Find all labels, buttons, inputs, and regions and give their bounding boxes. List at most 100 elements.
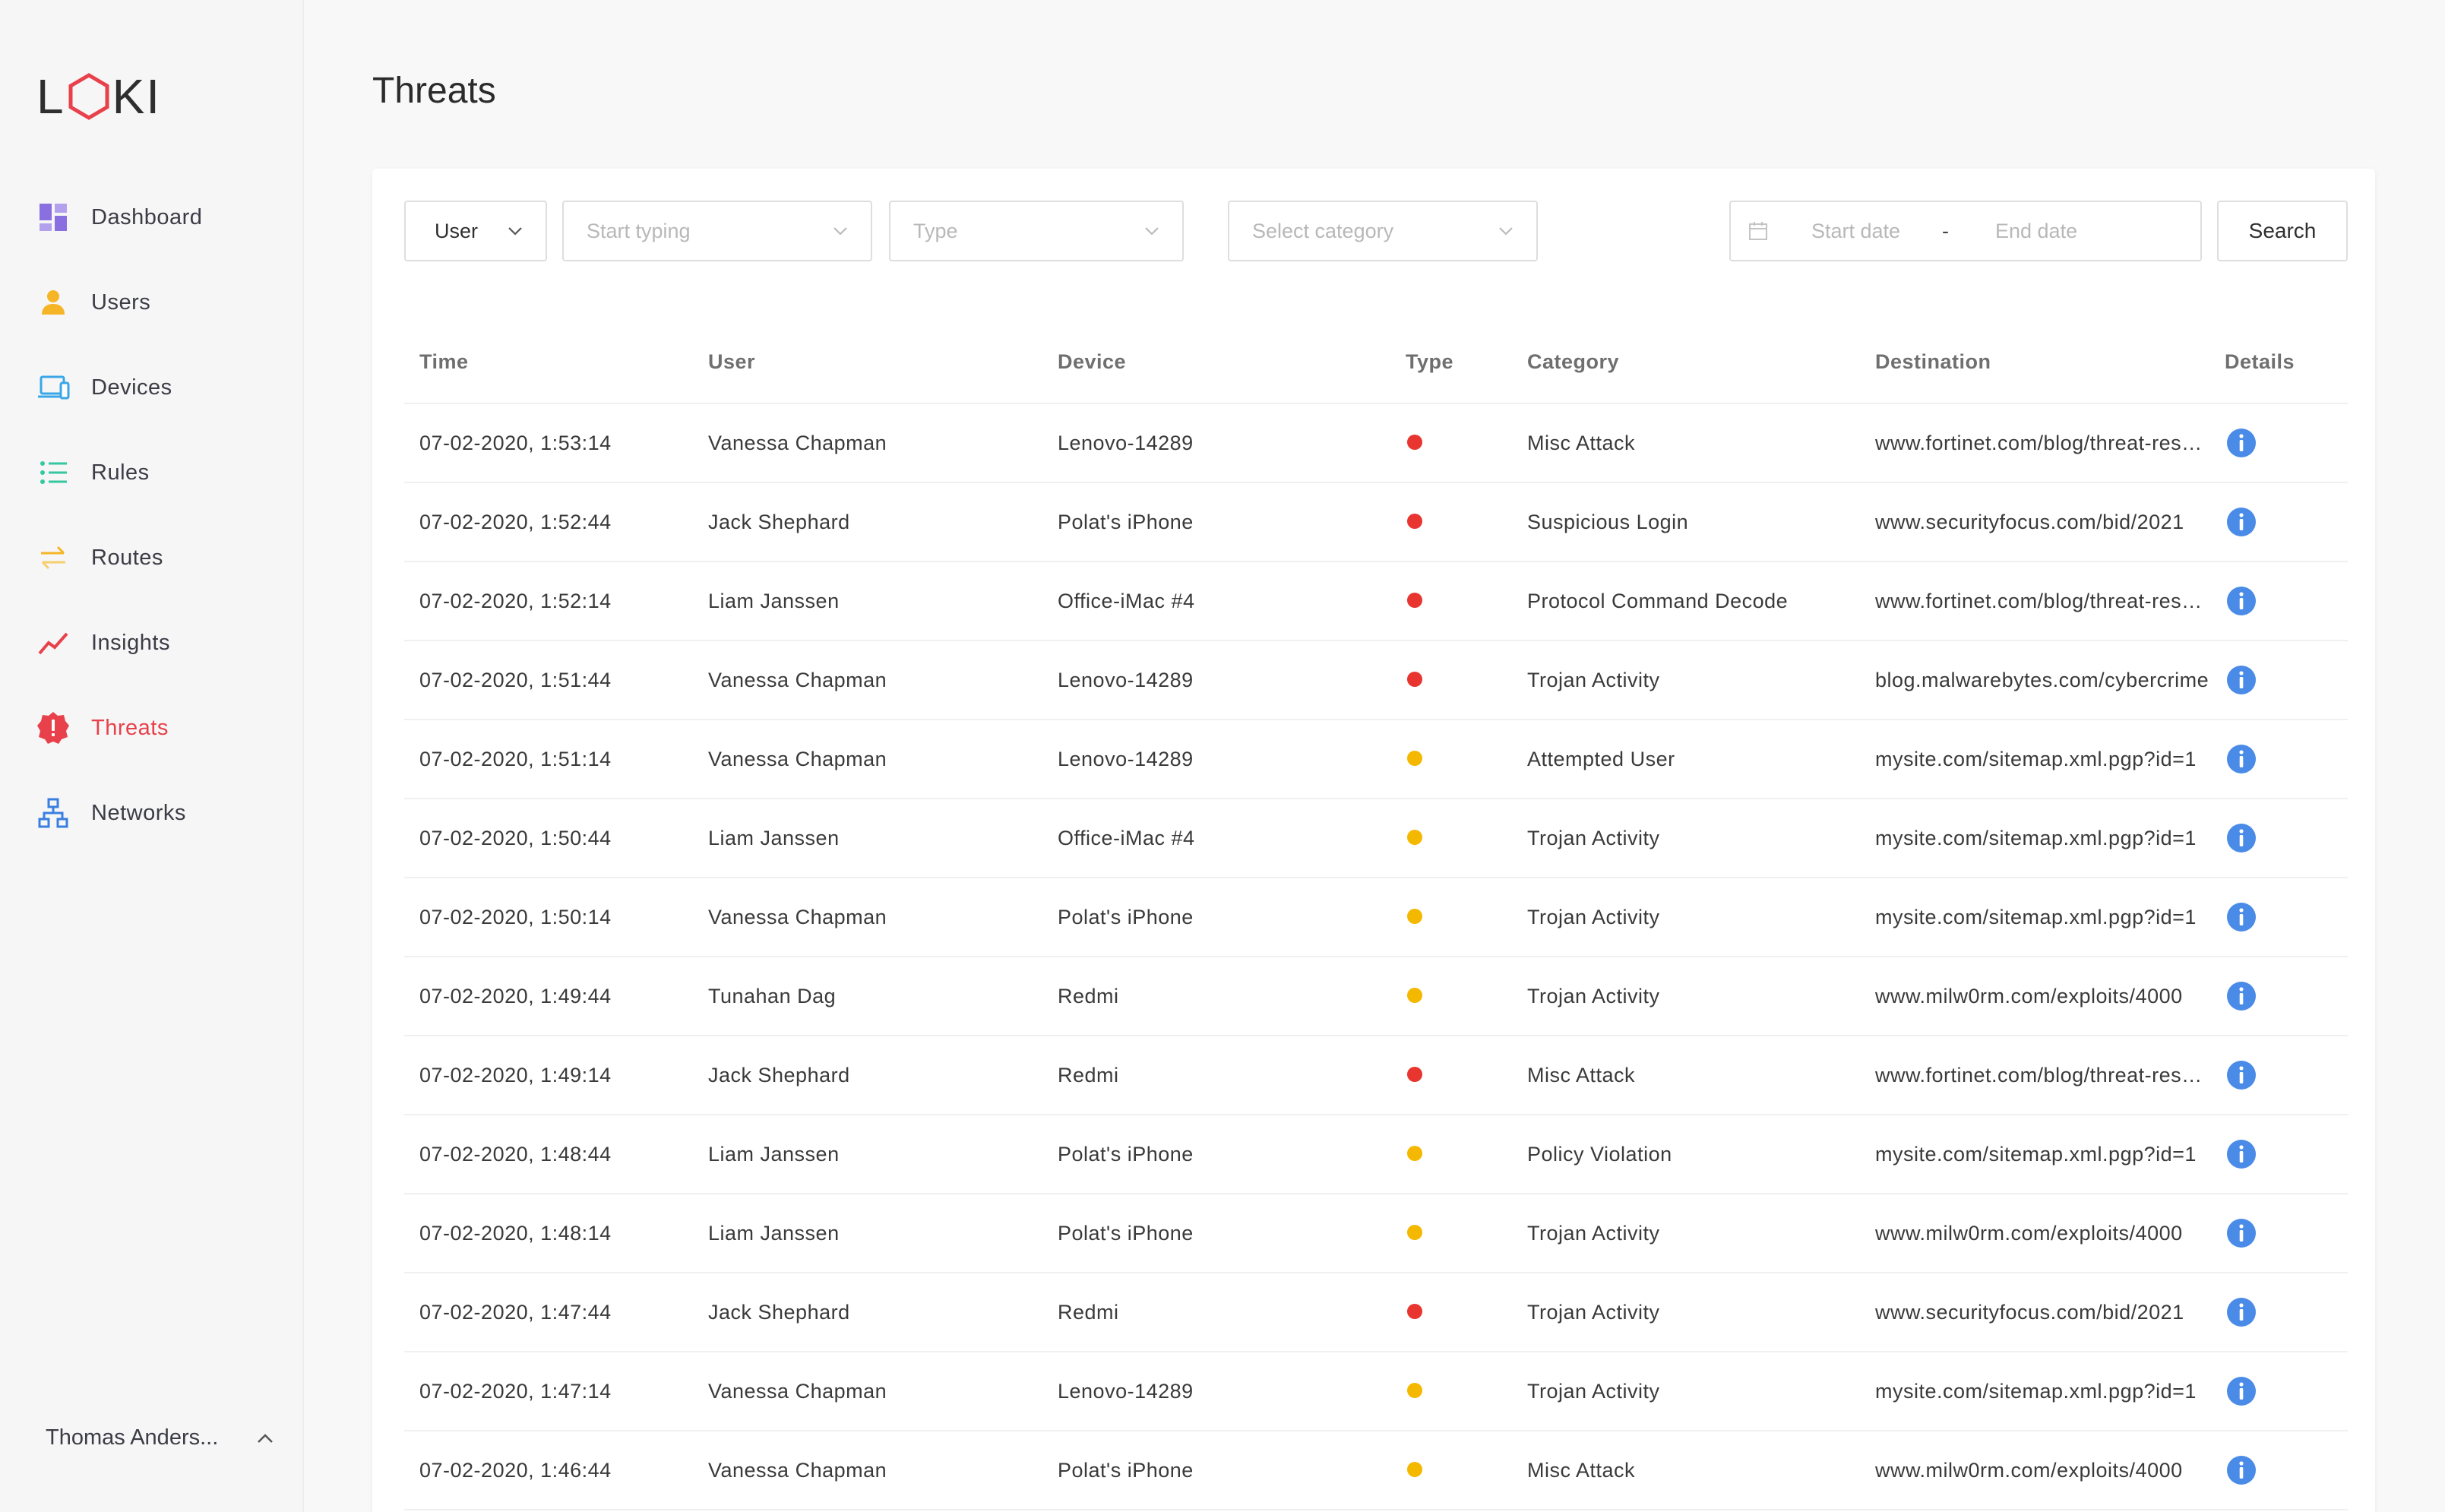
cell-type	[1406, 1301, 1527, 1324]
cell-category: Misc Attack	[1527, 1458, 1636, 1482]
info-icon[interactable]	[2226, 1297, 2257, 1327]
cell-user: Tunahan Dag	[708, 984, 837, 1007]
start-date-input[interactable]: Start date	[1811, 220, 1910, 243]
sidebar-item-label: Users	[91, 289, 151, 315]
search-user-input[interactable]: Start typing	[562, 201, 872, 261]
cell-destination: www.securityfocus.com/bid/2021	[1875, 510, 2184, 533]
cell-details	[2225, 981, 2333, 1011]
info-icon[interactable]	[2226, 981, 2257, 1011]
table-row[interactable]: 07-02-2020, 1:52:14 Liam Janssen Office-…	[404, 562, 2348, 641]
cell-details	[2225, 665, 2333, 695]
cell-details	[2225, 1297, 2333, 1327]
cell-time: 07-02-2020, 1:49:44	[419, 984, 612, 1007]
table-header: Time User Device Type Category Destinati…	[404, 321, 2348, 404]
table-row[interactable]: 07-02-2020, 1:50:14 Vanessa Chapman Pola…	[404, 878, 2348, 957]
table-row[interactable]: 07-02-2020, 1:51:14 Vanessa Chapman Leno…	[404, 720, 2348, 799]
cell-time: 07-02-2020, 1:51:14	[419, 747, 612, 770]
info-icon[interactable]	[2226, 823, 2257, 853]
cell-device: Polat's iPhone	[1058, 1458, 1194, 1482]
severity-dot-icon	[1407, 1145, 1422, 1161]
info-icon[interactable]	[2226, 1139, 2257, 1169]
type-dropdown[interactable]: Type	[889, 201, 1184, 261]
sidebar-nav: Dashboard Users Devices Rules Routes Ins…	[0, 175, 304, 856]
table-row[interactable]: 07-02-2020, 1:49:14 Jack Shephard Redmi …	[404, 1036, 2348, 1115]
table-row[interactable]: 07-02-2020, 1:48:44 Liam Janssen Polat's…	[404, 1115, 2348, 1194]
severity-dot-icon	[1407, 829, 1422, 845]
info-icon[interactable]	[2226, 1218, 2257, 1248]
user-name: Thomas Anders...	[46, 1425, 219, 1450]
cell-device: Lenovo-14289	[1058, 668, 1194, 691]
sidebar-item-insights[interactable]: Insights	[0, 600, 304, 685]
cell-time: 07-02-2020, 1:50:44	[419, 826, 612, 849]
cell-details	[2225, 1139, 2333, 1169]
cell-user: Jack Shephard	[708, 1300, 850, 1324]
column-header-device[interactable]: Device	[1058, 350, 1406, 374]
severity-dot-icon	[1407, 671, 1422, 687]
sidebar-item-users[interactable]: Users	[0, 260, 304, 345]
date-separator: -	[1942, 219, 1949, 242]
cell-type	[1406, 432, 1527, 455]
search-button[interactable]: Search	[2217, 201, 2348, 261]
user-dropdown[interactable]: User	[404, 201, 547, 261]
date-range-picker[interactable]: Start date - End date	[1729, 201, 2202, 261]
cell-device: Lenovo-14289	[1058, 431, 1194, 454]
cell-details	[2225, 1060, 2333, 1090]
cell-time: 07-02-2020, 1:53:14	[419, 431, 612, 454]
cell-category: Suspicious Login	[1527, 510, 1689, 533]
info-icon[interactable]	[2226, 1376, 2257, 1406]
type-placeholder: Type	[913, 219, 958, 242]
table-row[interactable]: 07-02-2020, 1:51:44 Vanessa Chapman Leno…	[404, 641, 2348, 720]
sidebar-item-routes[interactable]: Routes	[0, 515, 304, 600]
sidebar-item-label: Devices	[91, 375, 172, 400]
cell-details	[2225, 1218, 2333, 1248]
table-row[interactable]: 07-02-2020, 1:49:44 Tunahan Dag Redmi Tr…	[404, 957, 2348, 1036]
cell-details	[2225, 823, 2333, 853]
table-row[interactable]: 07-02-2020, 1:47:14 Vanessa Chapman Leno…	[404, 1352, 2348, 1431]
cell-type	[1406, 985, 1527, 1008]
cell-device: Polat's iPhone	[1058, 1142, 1194, 1166]
column-header-time[interactable]: Time	[404, 350, 708, 374]
column-header-category[interactable]: Category	[1527, 350, 1875, 374]
info-icon[interactable]	[2226, 1455, 2257, 1485]
calendar-icon	[1749, 222, 1767, 240]
info-icon[interactable]	[2226, 902, 2257, 932]
cell-device: Redmi	[1058, 1063, 1119, 1087]
user-menu[interactable]: Thomas Anders...	[46, 1425, 275, 1450]
cell-category: Trojan Activity	[1527, 1379, 1660, 1403]
sidebar-item-threats[interactable]: Threats	[0, 685, 304, 770]
sidebar-item-devices[interactable]: Devices	[0, 345, 304, 430]
table-row[interactable]: 07-02-2020, 1:50:44 Liam Janssen Office-…	[404, 799, 2348, 878]
end-date-input[interactable]: End date	[1995, 220, 2077, 243]
category-dropdown[interactable]: Select category	[1228, 201, 1538, 261]
table-row[interactable]: 07-02-2020, 1:46:44 Vanessa Chapman Pola…	[404, 1431, 2348, 1510]
user-dropdown-value: User	[435, 219, 479, 242]
info-icon[interactable]	[2226, 744, 2257, 774]
info-icon[interactable]	[2226, 1060, 2257, 1090]
info-icon[interactable]	[2226, 428, 2257, 458]
sidebar-item-rules[interactable]: Rules	[0, 430, 304, 515]
sidebar-item-dashboard[interactable]: Dashboard	[0, 175, 304, 260]
table-row[interactable]: 07-02-2020, 1:48:14 Liam Janssen Polat's…	[404, 1194, 2348, 1273]
loki-logo[interactable]: L KI	[36, 69, 161, 124]
cell-time: 07-02-2020, 1:48:44	[419, 1142, 612, 1166]
cell-destination: mysite.com/sitemap.xml.pgp?id=1	[1875, 905, 2197, 928]
trend-line-icon	[36, 626, 70, 660]
cell-type	[1406, 590, 1527, 613]
table-row[interactable]: 07-02-2020, 1:52:44 Jack Shephard Polat'…	[404, 483, 2348, 562]
cell-destination: mysite.com/sitemap.xml.pgp?id=1	[1875, 1142, 2197, 1166]
info-icon[interactable]	[2226, 586, 2257, 616]
info-icon[interactable]	[2226, 665, 2257, 695]
sidebar-item-label: Rules	[91, 460, 150, 485]
cell-category: Trojan Activity	[1527, 826, 1660, 849]
column-header-destination[interactable]: Destination	[1875, 350, 2225, 374]
sidebar-item-networks[interactable]: Networks	[0, 770, 304, 856]
cell-type	[1406, 511, 1527, 534]
hexagon-logo-icon	[68, 73, 109, 120]
table-row[interactable]: 07-02-2020, 1:53:14 Vanessa Chapman Leno…	[404, 404, 2348, 483]
column-header-user[interactable]: User	[708, 350, 1058, 374]
cell-user: Liam Janssen	[708, 1221, 840, 1245]
table-row[interactable]: 07-02-2020, 1:47:44 Jack Shephard Redmi …	[404, 1273, 2348, 1352]
column-header-type[interactable]: Type	[1406, 350, 1527, 374]
cell-type	[1406, 748, 1527, 771]
info-icon[interactable]	[2226, 507, 2257, 537]
